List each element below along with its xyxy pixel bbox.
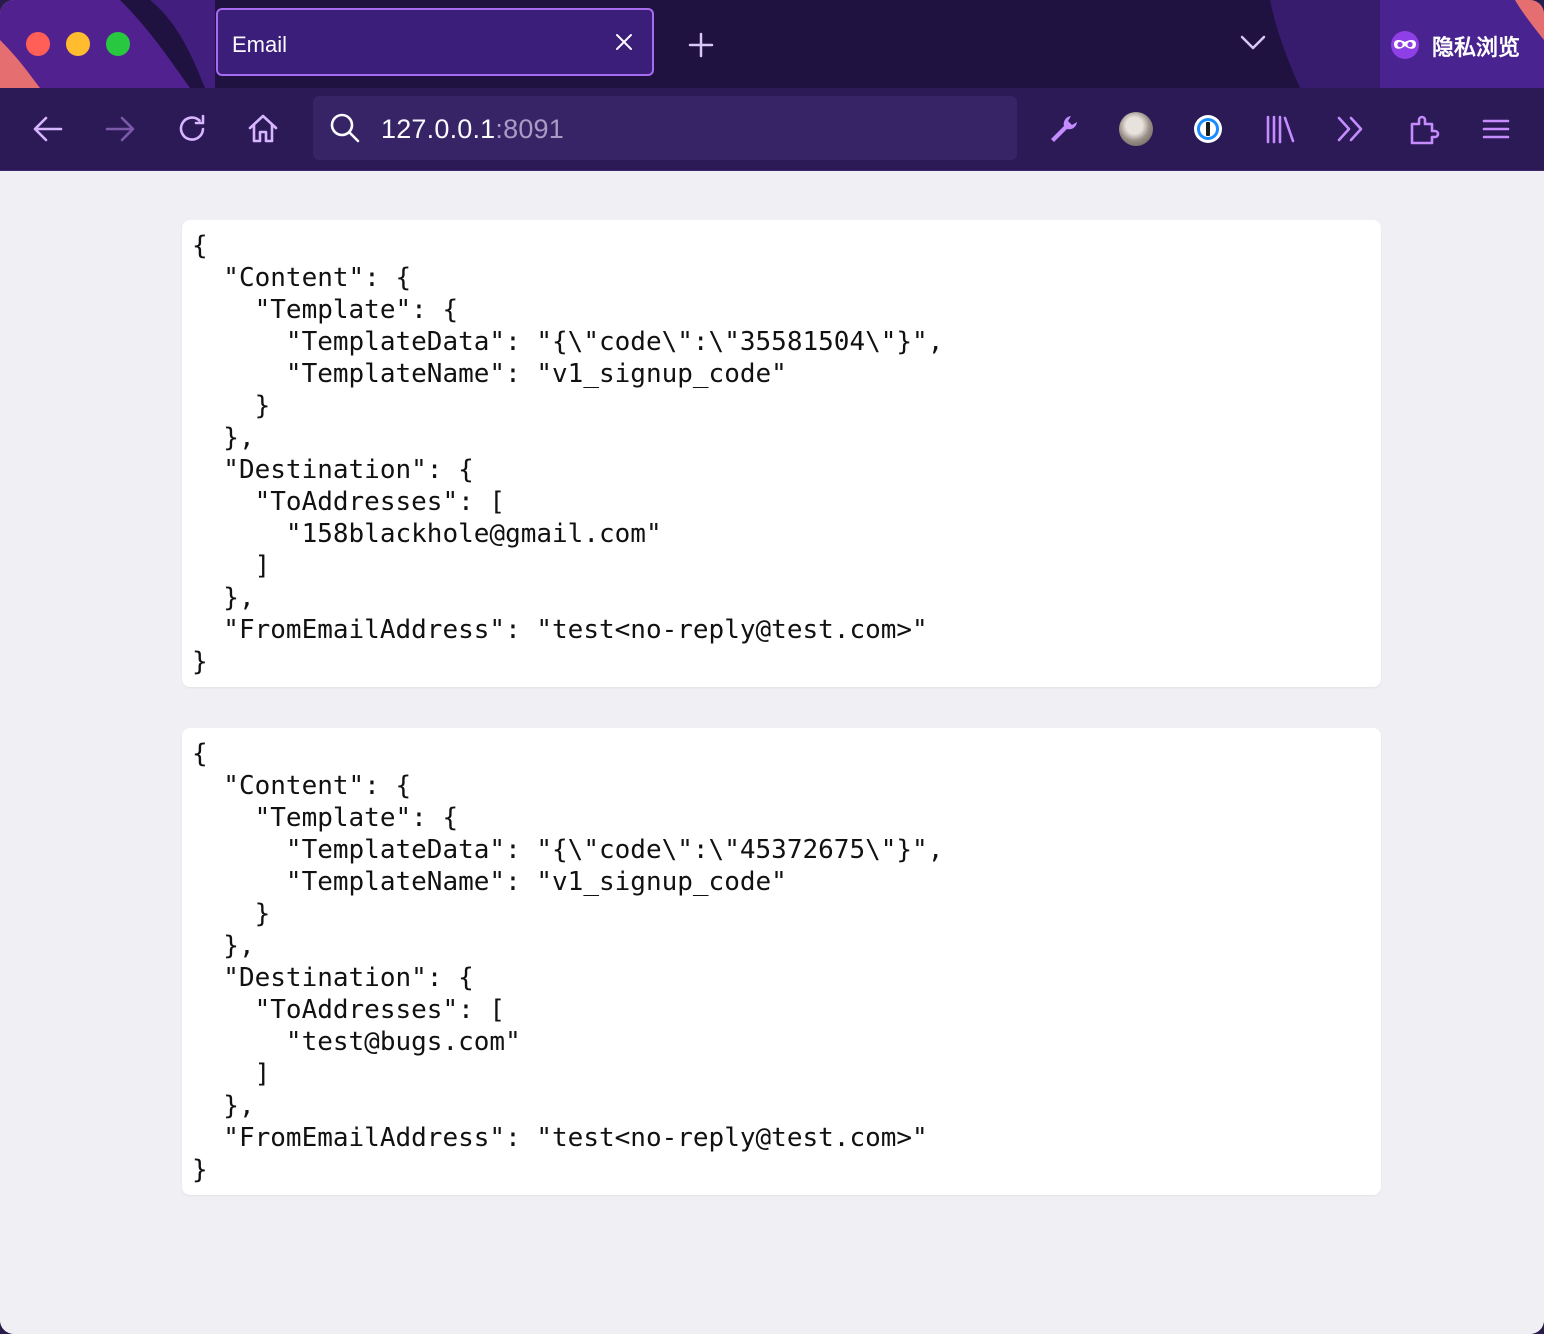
close-icon[interactable] xyxy=(614,32,634,52)
library-button[interactable] xyxy=(1263,112,1297,146)
window-minimize-button[interactable] xyxy=(66,32,90,56)
private-mask-icon xyxy=(1391,31,1419,59)
page-content: { "Content": { "Template": { "TemplateDa… xyxy=(0,171,1544,1334)
arrow-right-icon xyxy=(105,116,135,142)
window-close-button[interactable] xyxy=(26,32,50,56)
private-browsing-label: 隐私浏览 xyxy=(1432,35,1521,60)
home-button[interactable] xyxy=(246,112,280,146)
private-browsing-indicator: 隐私浏览 xyxy=(1378,0,1544,88)
extensions-button[interactable] xyxy=(1407,112,1441,146)
password-manager-button[interactable] xyxy=(1191,112,1225,146)
wrench-icon xyxy=(1051,116,1077,142)
browser-window: Email 隐私浏览 127.0.0.1:8091 {"Content": {… xyxy=(0,0,1544,1334)
tab-email[interactable]: Email xyxy=(216,8,654,76)
menu-button[interactable] xyxy=(1479,112,1513,146)
arrow-left-icon xyxy=(33,116,63,142)
email-message-card: { "Content": { "Template": { "TemplateDa… xyxy=(182,728,1381,1195)
email-message-card: { "Content": { "Template": { "TemplateDa… xyxy=(182,220,1381,687)
url-port: :8091 xyxy=(495,114,564,144)
url-host: 127.0.0.1 xyxy=(381,114,496,144)
tab-title: Email xyxy=(232,32,288,57)
puzzle-icon xyxy=(1410,115,1440,145)
reload-icon xyxy=(179,114,205,141)
hamburger-menu-icon xyxy=(1482,119,1510,139)
overflow-button[interactable] xyxy=(1334,112,1368,146)
search-icon xyxy=(330,113,360,143)
1password-icon xyxy=(1194,115,1222,143)
reload-button[interactable] xyxy=(175,112,209,146)
url-text: 127.0.0.1:8091 xyxy=(381,114,564,145)
avatar[interactable] xyxy=(1119,112,1153,146)
back-button[interactable] xyxy=(31,112,65,146)
forward-button[interactable] xyxy=(103,112,137,146)
plus-icon[interactable] xyxy=(688,32,714,58)
library-icon xyxy=(1266,115,1295,144)
chevron-down-icon[interactable] xyxy=(1240,34,1266,52)
tab-bar: Email 隐私浏览 xyxy=(0,0,1544,88)
devtools-button[interactable] xyxy=(1047,112,1081,146)
window-maximize-button[interactable] xyxy=(106,32,130,56)
email-json: { "Content": { "Template": { "TemplateDa… xyxy=(192,231,944,677)
address-bar[interactable]: 127.0.0.1:8091 xyxy=(313,96,1017,160)
navigation-toolbar: 127.0.0.1:8091 xyxy=(0,88,1544,171)
home-icon xyxy=(248,114,278,143)
email-json: { "Content": { "Template": { "TemplateDa… xyxy=(192,739,944,1185)
chevrons-icon xyxy=(1337,116,1363,142)
